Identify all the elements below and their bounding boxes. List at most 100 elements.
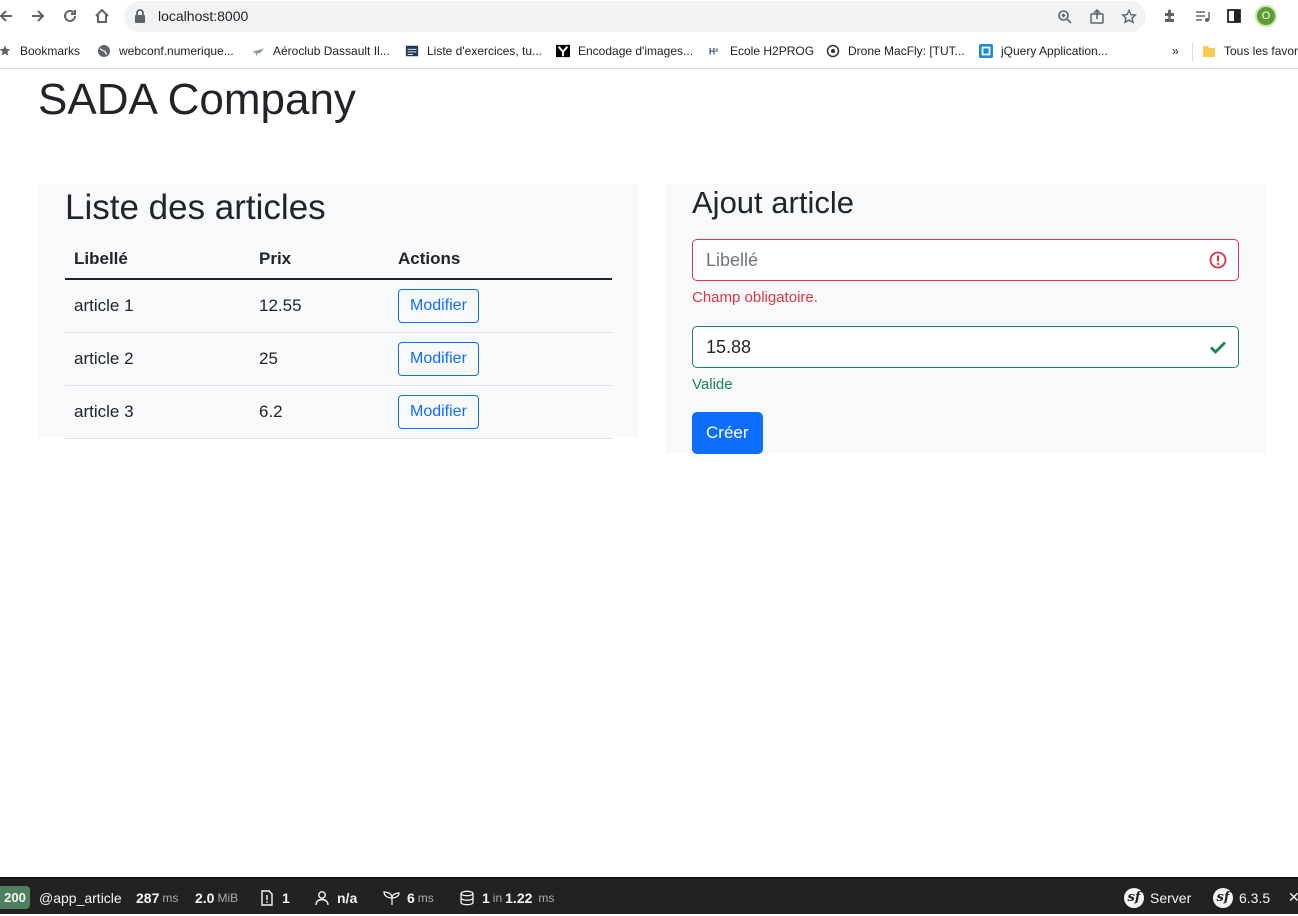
libelle-field: [692, 239, 1239, 281]
bookmark-label: Tous les favoris: [1224, 44, 1298, 58]
bookmarks-separator: [1192, 43, 1193, 61]
create-button[interactable]: Créer: [692, 412, 763, 454]
arrow-left-icon: [0, 10, 12, 22]
bookmark-label: Aéroclub Dassault Il...: [273, 44, 390, 58]
address-bar[interactable]: localhost:8000: [124, 1, 1146, 32]
bookmark-label: webconf.numerique...: [119, 44, 234, 58]
h2prog-icon: H²: [708, 44, 722, 58]
server-item[interactable]: sf Server: [1124, 879, 1191, 916]
cell-actions: Modifier: [389, 385, 612, 439]
check-icon: [1210, 341, 1226, 354]
route-item[interactable]: @app_article: [39, 879, 122, 916]
close-toolbar-button[interactable]: ✕: [1288, 879, 1298, 916]
share-icon[interactable]: [1087, 7, 1107, 27]
memory-unit: MiB: [217, 890, 239, 905]
articles-list-panel: Liste des articles Libellé Prix Actions …: [38, 184, 639, 439]
list-heading: Liste des articles: [65, 188, 326, 227]
y-logo-icon: [556, 44, 570, 58]
route-name: @app_article: [39, 889, 122, 906]
cell-prix: 12.55: [250, 279, 389, 333]
init-time-value: 6: [407, 889, 415, 906]
prix-input[interactable]: [706, 327, 1196, 367]
table-row: article 1 12.55 Modifier: [65, 279, 612, 333]
cell-libelle: article 2: [65, 332, 250, 386]
bookmark-star-icon[interactable]: [1119, 7, 1139, 27]
bookmark-item[interactable]: jQuery Application...: [979, 42, 1108, 60]
symfony-debug-toolbar: 200 @app_article 287 ms 2.0 MiB 1 n/a 6 …: [0, 877, 1298, 914]
forward-button[interactable]: [27, 5, 49, 27]
form-heading: Ajout article: [692, 185, 854, 220]
bookmarks-folder[interactable]: Tous les favoris: [1202, 42, 1298, 60]
libelle-input[interactable]: [706, 240, 1196, 280]
bookmark-label: Drone MacFly: [TUT...: [848, 44, 965, 58]
browser-toolbar: localhost:8000 O: [0, 0, 1298, 33]
doc-icon: [405, 44, 419, 58]
cell-libelle: article 3: [65, 385, 250, 439]
folder-icon: [1202, 44, 1216, 58]
articles-table: Libellé Prix Actions article 1 12.55 Mod…: [65, 240, 612, 439]
arrow-right-icon: [32, 10, 45, 22]
bookmark-item[interactable]: Liste d'exercices, tu...: [405, 42, 542, 60]
extensions-icon[interactable]: [1160, 6, 1180, 26]
edit-button[interactable]: Modifier: [398, 394, 479, 429]
bookmark-label: Encodage d'images...: [578, 44, 694, 58]
reload-icon: [64, 9, 76, 22]
star-icon: [0, 44, 12, 58]
symfony-logo-icon: sf: [1124, 887, 1144, 908]
init-time-unit: ms: [417, 890, 434, 905]
zoom-icon[interactable]: [1055, 7, 1075, 27]
lock-icon: [134, 9, 146, 28]
table-row: article 2 25 Modifier: [65, 332, 612, 386]
bookmarks-bar: Bookmarks webconf.numerique... Aéroclub …: [0, 33, 1298, 69]
bookmarks-overflow-button[interactable]: »: [1172, 42, 1179, 60]
reload-button[interactable]: [59, 5, 81, 27]
memory-value: 2.0: [195, 889, 215, 906]
init-time-item[interactable]: 6 ms: [383, 879, 434, 916]
security-item[interactable]: n/a: [313, 879, 357, 916]
version-label: 6.3.5: [1239, 889, 1271, 906]
memory-item[interactable]: 2.0 MiB: [195, 879, 238, 916]
logs-icon: [258, 889, 276, 907]
drone-icon: [826, 44, 840, 58]
globe-icon: [97, 44, 111, 58]
edit-button[interactable]: Modifier: [398, 288, 479, 323]
version-item[interactable]: sf 6.3.5: [1213, 879, 1270, 916]
server-label: Server: [1150, 889, 1192, 906]
page-title: SADA Company: [38, 75, 356, 124]
database-item[interactable]: 1 in 1.22 ms: [458, 879, 554, 916]
column-header-actions: Actions: [389, 240, 612, 280]
time-unit: ms: [162, 890, 179, 905]
media-controls-icon[interactable]: [1192, 6, 1212, 26]
bookmark-item[interactable]: Bookmarks: [0, 42, 80, 60]
column-header-prix: Prix: [250, 240, 389, 280]
side-panel-icon[interactable]: [1224, 6, 1244, 26]
logs-item[interactable]: 1: [258, 879, 290, 916]
bookmark-label: Ecole H2PROG: [730, 44, 815, 58]
bookmark-item[interactable]: Drone MacFly: [TUT...: [826, 42, 965, 60]
home-button[interactable]: [91, 5, 113, 27]
url-text: localhost:8000: [158, 8, 249, 24]
time-item[interactable]: 287 ms: [136, 879, 178, 916]
prix-valid-message: Valide: [692, 376, 733, 393]
bookmark-label: Liste d'exercices, tu...: [427, 44, 543, 58]
close-icon: ✕: [1288, 889, 1298, 905]
bookmark-item[interactable]: Aéroclub Dassault Il...: [251, 42, 390, 60]
edit-button[interactable]: Modifier: [398, 341, 479, 376]
bookmark-item[interactable]: H² Ecole H2PROG: [708, 42, 814, 60]
symfony-version-logo-icon: sf: [1213, 887, 1233, 908]
profile-avatar[interactable]: O: [1255, 5, 1277, 27]
logs-count: 1: [282, 889, 290, 906]
bookmark-item[interactable]: Encodage d'images...: [556, 42, 693, 60]
jquery-icon: [979, 44, 993, 58]
back-button[interactable]: [0, 5, 17, 27]
cell-actions: Modifier: [389, 279, 612, 333]
status-badge[interactable]: 200: [0, 886, 30, 909]
overflow-chevron-icon: »: [1172, 44, 1179, 58]
db-query-count: 1: [482, 889, 490, 906]
plane-icon: [251, 44, 265, 58]
column-header-libelle: Libellé: [65, 240, 250, 280]
home-icon: [95, 8, 109, 23]
db-time-unit: ms: [538, 890, 555, 905]
bookmark-item[interactable]: webconf.numerique...: [97, 42, 234, 60]
add-article-panel: Ajout article Champ obligatoire. Valide …: [665, 184, 1266, 454]
